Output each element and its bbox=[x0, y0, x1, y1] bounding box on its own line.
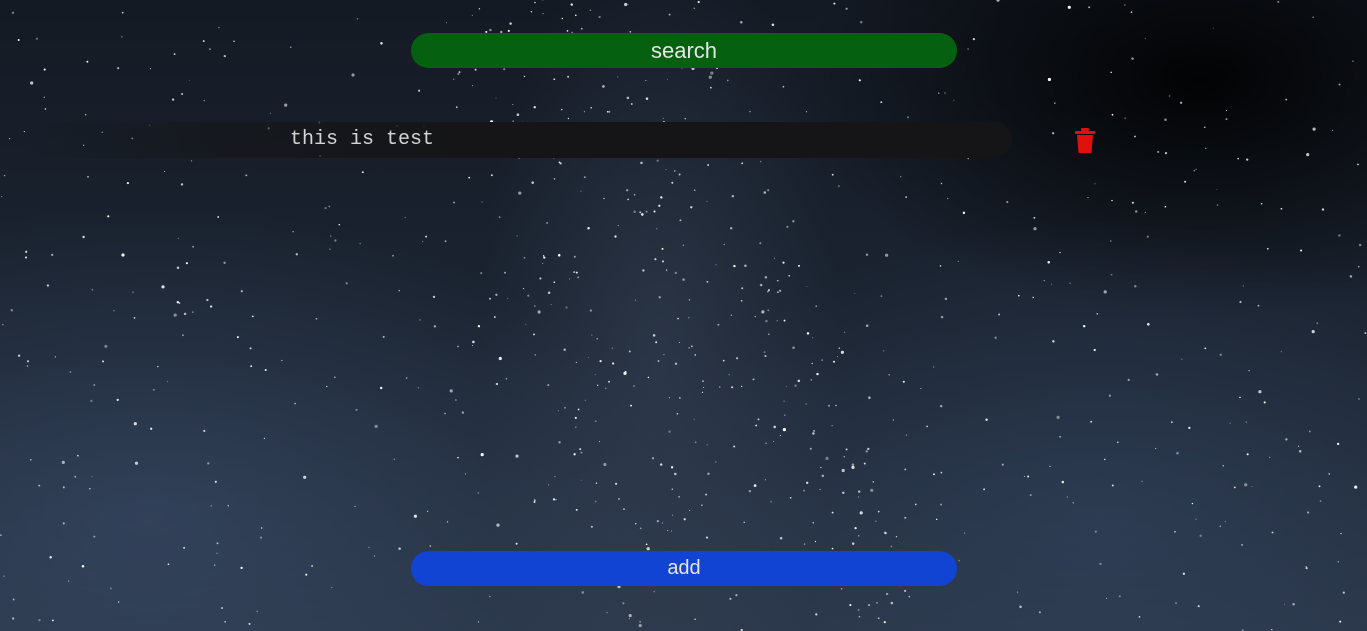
starry-background bbox=[0, 0, 1367, 631]
note-text: this is test bbox=[290, 128, 435, 151]
note-item[interactable] bbox=[24, 122, 1012, 158]
trash-icon[interactable] bbox=[1074, 128, 1096, 154]
stars-layer bbox=[0, 0, 1367, 631]
search-button[interactable]: search bbox=[411, 33, 957, 68]
add-button[interactable]: add bbox=[411, 551, 957, 586]
